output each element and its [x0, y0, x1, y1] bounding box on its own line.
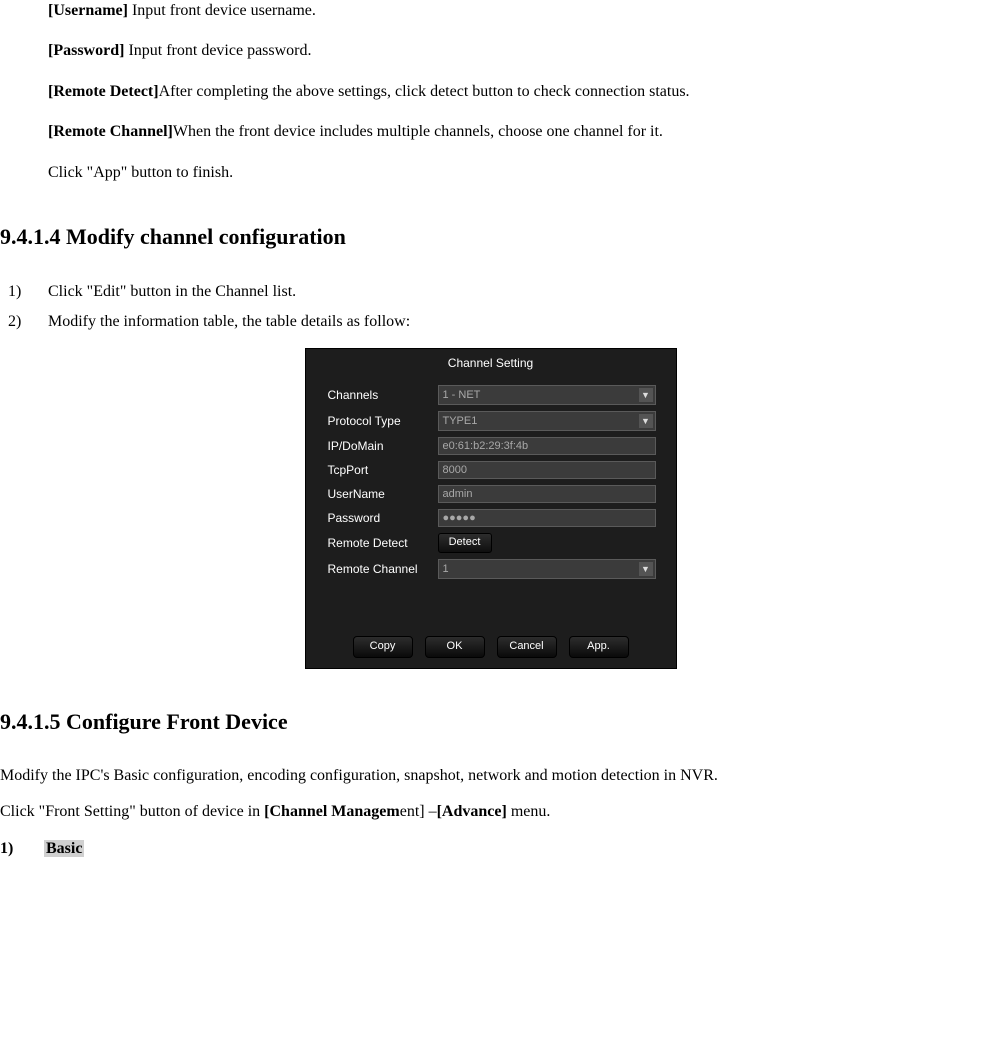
password-label: [Password] [48, 42, 124, 59]
remote-channel-select[interactable]: 1 ▼ [438, 559, 656, 579]
step-2: 2)Modify the information table, the tabl… [48, 310, 981, 334]
cancel-button[interactable]: Cancel [497, 636, 557, 658]
password-field-label: Password [328, 511, 438, 525]
remote-channel-desc: [Remote Channel]When the front device in… [48, 121, 981, 143]
channel-setting-dialog: Channel Setting Channels 1 - NET ▼ Proto… [305, 348, 677, 669]
remote-detect-desc: [Remote Detect]After completing the abov… [48, 81, 981, 103]
p2-bold2: [Advance] [437, 803, 507, 820]
sub-num: 1) [0, 838, 44, 860]
protocol-value: TYPE1 [443, 415, 478, 427]
chevron-down-icon: ▼ [639, 562, 653, 576]
ip-label: IP/DoMain [328, 439, 438, 453]
sub-item-basic: 1)Basic [0, 838, 981, 860]
password-text: Input front device password. [124, 42, 311, 59]
remote-detect-text: After completing the above settings, cli… [159, 83, 690, 100]
protocol-label: Protocol Type [328, 414, 438, 428]
step-1: 1)Click "Edit" button in the Channel lis… [48, 280, 981, 304]
ok-button[interactable]: OK [425, 636, 485, 658]
chevron-down-icon: ▼ [639, 388, 653, 402]
heading-9-4-1-4: 9.4.1.4 Modify channel configuration [0, 224, 981, 250]
channels-select[interactable]: 1 - NET ▼ [438, 385, 656, 405]
sub-label: Basic [44, 840, 84, 857]
copy-button[interactable]: Copy [353, 636, 413, 658]
p2-prefix: Click "Front Setting" button of device i… [0, 803, 264, 820]
p2-bold1: [Channel Managem [264, 803, 400, 820]
password-desc: [Password] Input front device password. [48, 40, 981, 62]
tcpport-input[interactable]: 8000 [438, 461, 656, 479]
tcpport-label: TcpPort [328, 463, 438, 477]
p2-suffix: menu. [507, 803, 551, 820]
channels-value: 1 - NET [443, 389, 481, 401]
username-desc: [Username] Input front device username. [48, 0, 981, 22]
remote-channel-text: When the front device includes multiple … [173, 123, 663, 140]
step-1-text: Click "Edit" button in the Channel list. [48, 283, 296, 300]
username-field-label: UserName [328, 487, 438, 501]
protocol-select[interactable]: TYPE1 ▼ [438, 411, 656, 431]
step-2-num: 2) [8, 310, 48, 334]
password-input[interactable]: ●●●●● [438, 509, 656, 527]
finish-text: Click "App" button to finish. [48, 162, 981, 184]
p2-mid: ent] – [400, 803, 437, 820]
dialog-title: Channel Setting [306, 349, 676, 382]
username-text: Input front device username. [128, 2, 316, 19]
detect-button[interactable]: Detect [438, 533, 492, 553]
channels-label: Channels [328, 388, 438, 402]
remote-detect-label: [Remote Detect] [48, 83, 159, 100]
remote-channel-value: 1 [443, 563, 449, 575]
app-button[interactable]: App. [569, 636, 629, 658]
configure-front-p2: Click "Front Setting" button of device i… [0, 801, 981, 823]
configure-front-p1: Modify the IPC's Basic configuration, en… [0, 765, 981, 787]
heading-9-4-1-5: 9.4.1.5 Configure Front Device [0, 709, 981, 735]
step-2-text: Modify the information table, the table … [48, 313, 410, 330]
ip-input[interactable]: e0:61:b2:29:3f:4b [438, 437, 656, 455]
remote-detect-field-label: Remote Detect [328, 536, 438, 550]
username-input[interactable]: admin [438, 485, 656, 503]
username-label: [Username] [48, 2, 128, 19]
step-1-num: 1) [8, 280, 48, 304]
remote-channel-field-label: Remote Channel [328, 562, 438, 576]
chevron-down-icon: ▼ [639, 414, 653, 428]
remote-channel-label: [Remote Channel] [48, 123, 173, 140]
